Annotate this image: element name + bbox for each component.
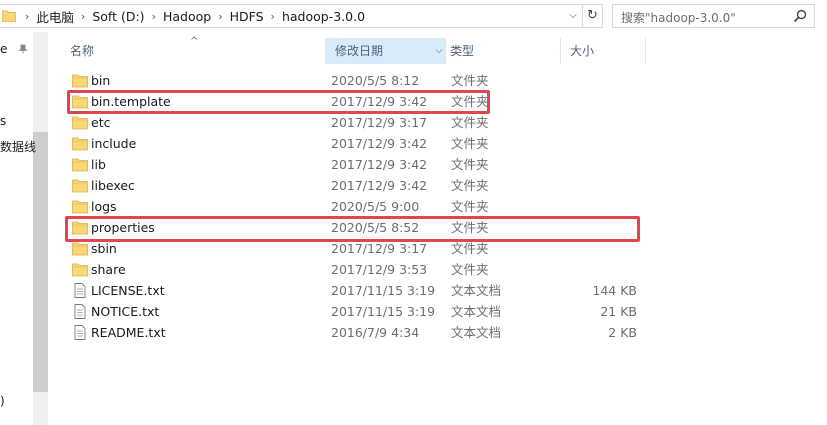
file-row[interactable]: NOTICE.txt 2017/11/15 3:19 文本文档 21 KB xyxy=(60,301,660,322)
file-modified-date: 2017/11/15 3:19 xyxy=(331,304,436,319)
file-modified-date: 2017/12/9 3:17 xyxy=(331,115,428,130)
chevron-right-icon[interactable]: › xyxy=(145,10,163,23)
refresh-icon: ↻ xyxy=(587,8,598,23)
breadcrumb-hadoop[interactable]: Hadoop xyxy=(163,9,211,24)
chevron-right-icon[interactable]: › xyxy=(74,10,92,23)
file-row[interactable]: share 2017/12/9 3:53 文件夹 xyxy=(60,259,660,280)
folder-icon xyxy=(72,263,88,277)
folder-icon xyxy=(72,242,88,256)
file-size xyxy=(570,259,637,280)
breadcrumb-drive[interactable]: Soft (D:) xyxy=(92,9,144,24)
folder-icon xyxy=(2,10,16,22)
file-size: 21 KB xyxy=(600,304,637,319)
file-name[interactable]: logs xyxy=(91,196,117,217)
breadcrumb-hdfs[interactable]: HDFS xyxy=(230,9,264,24)
file-name[interactable]: LICENSE.txt xyxy=(91,280,165,301)
breadcrumb-current[interactable]: hadoop-3.0.0 xyxy=(282,9,365,24)
file-size xyxy=(570,196,637,217)
file-modified-date: 2016/7/9 4:34 xyxy=(331,325,420,340)
text-file-icon xyxy=(74,304,86,319)
file-name[interactable]: NOTICE.txt xyxy=(91,301,159,322)
file-row[interactable]: LICENSE.txt 2017/11/15 3:19 文本文档 144 KB xyxy=(60,280,660,301)
file-modified-date: 2017/12/9 3:42 xyxy=(331,136,428,151)
file-type: 文件夹 xyxy=(451,136,489,151)
file-row[interactable]: bin 2020/5/5 8:12 文件夹 xyxy=(60,70,660,91)
column-header-name[interactable]: 名称 xyxy=(60,38,325,64)
file-size xyxy=(570,112,637,133)
column-header-bar: ^ 名称 修改日期 ⌵ 类型 大小 xyxy=(60,36,827,64)
file-modified-date: 2017/12/9 3:42 xyxy=(331,178,428,193)
folder-icon xyxy=(72,179,88,193)
chevron-down-icon[interactable]: ⌵ xyxy=(566,9,580,23)
file-size: 2 KB xyxy=(608,325,637,340)
file-row[interactable]: libexec 2017/12/9 3:42 文件夹 xyxy=(60,175,660,196)
search-placeholder: 搜索"hadoop-3.0.0" xyxy=(621,11,736,25)
folder-icon xyxy=(72,116,88,130)
chevron-right-icon[interactable]: › xyxy=(264,10,282,23)
file-modified-date: 2017/11/15 3:19 xyxy=(331,283,436,298)
file-name[interactable]: bin xyxy=(91,70,110,91)
file-name[interactable]: README.txt xyxy=(91,322,166,343)
address-bar: › 此电脑 › Soft (D:) › Hadoop › HDFS › hado… xyxy=(0,0,827,32)
nav-item-text[interactable]: e xyxy=(0,42,7,56)
column-divider[interactable] xyxy=(645,38,646,64)
file-type: 文本文档 xyxy=(451,283,502,298)
breadcrumb: › 此电脑 › Soft (D:) › Hadoop › HDFS › hado… xyxy=(18,5,365,27)
file-modified-date: 2017/12/9 3:42 xyxy=(331,157,428,172)
address-box[interactable]: › 此电脑 › Soft (D:) › Hadoop › HDFS › hado… xyxy=(0,4,583,28)
highlight-box-bin-template xyxy=(67,90,490,114)
file-size: 144 KB xyxy=(592,283,637,298)
search-icon[interactable] xyxy=(793,9,807,23)
file-row[interactable]: etc 2017/12/9 3:17 文件夹 xyxy=(60,112,660,133)
file-type: 文件夹 xyxy=(451,157,489,172)
file-modified-date: 2017/12/9 3:53 xyxy=(331,262,428,277)
nav-scrollbar-thumb[interactable] xyxy=(33,132,48,392)
file-modified-date: 2020/5/5 9:00 xyxy=(331,199,420,214)
file-size xyxy=(570,133,637,154)
file-type: 文本文档 xyxy=(451,325,502,340)
column-header-date[interactable]: 修改日期 xyxy=(325,38,445,64)
nav-item-text[interactable]: ) xyxy=(0,394,5,408)
file-name[interactable]: lib xyxy=(91,154,106,175)
folder-icon xyxy=(72,74,88,88)
folder-icon xyxy=(72,158,88,172)
text-file-icon xyxy=(74,325,86,340)
nav-item-text[interactable]: 数据线 xyxy=(0,138,36,155)
file-name[interactable]: etc xyxy=(91,112,110,133)
file-type: 文件夹 xyxy=(451,199,489,214)
breadcrumb-this-pc[interactable]: 此电脑 xyxy=(36,7,74,26)
refresh-button[interactable]: ↻ xyxy=(583,4,603,28)
text-file-icon xyxy=(74,283,86,298)
search-input[interactable]: 搜索"hadoop-3.0.0" xyxy=(612,4,815,28)
file-name[interactable]: include xyxy=(91,133,136,154)
file-type: 文件夹 xyxy=(451,73,489,88)
chevron-right-icon: › xyxy=(25,9,30,23)
file-name[interactable]: share xyxy=(91,259,126,280)
file-type: 文件夹 xyxy=(451,178,489,193)
file-row[interactable]: lib 2017/12/9 3:42 文件夹 xyxy=(60,154,660,175)
navigation-pane: e s 数据线 ) xyxy=(0,32,48,425)
file-type: 文件夹 xyxy=(451,115,489,130)
chevron-right-icon[interactable]: › xyxy=(211,10,229,23)
folder-icon xyxy=(72,200,88,214)
file-size xyxy=(570,70,637,91)
pin-icon[interactable] xyxy=(18,44,28,54)
file-row[interactable]: logs 2020/5/5 9:00 文件夹 xyxy=(60,196,660,217)
folder-icon xyxy=(72,137,88,151)
column-header-type[interactable]: 类型 xyxy=(440,38,560,64)
file-size xyxy=(570,175,637,196)
file-row[interactable]: README.txt 2016/7/9 4:34 文本文档 2 KB xyxy=(60,322,660,343)
highlight-box-properties xyxy=(65,216,640,242)
file-type: 文件夹 xyxy=(451,262,489,277)
file-type: 文本文档 xyxy=(451,304,502,319)
file-size xyxy=(570,154,637,175)
file-name[interactable]: libexec xyxy=(91,175,135,196)
file-modified-date: 2020/5/5 8:12 xyxy=(331,73,420,88)
file-size xyxy=(570,91,637,112)
nav-item-text[interactable]: s xyxy=(0,114,6,128)
column-header-size[interactable]: 大小 xyxy=(560,38,645,64)
file-row[interactable]: include 2017/12/9 3:42 文件夹 xyxy=(60,133,660,154)
